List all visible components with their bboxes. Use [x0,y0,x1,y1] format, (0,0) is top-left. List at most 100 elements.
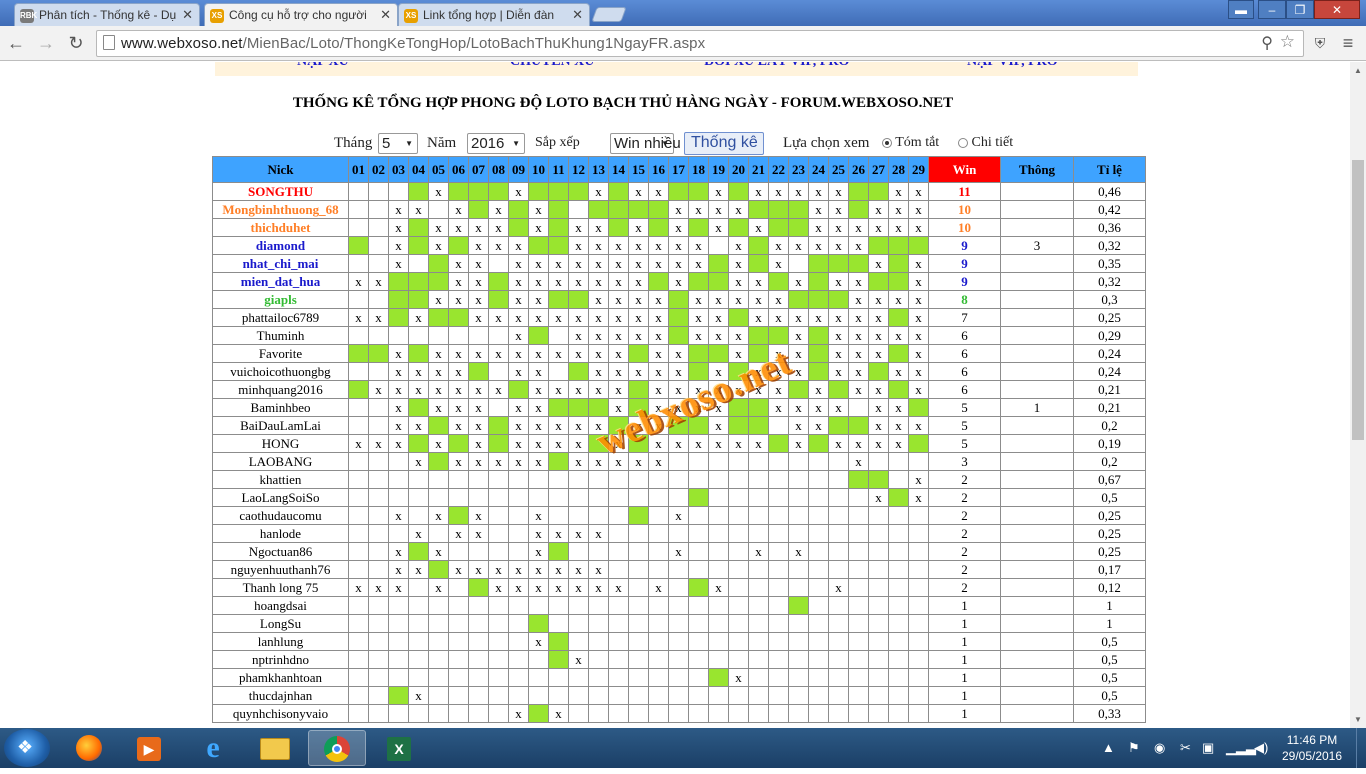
tab-close-icon[interactable]: ✕ [182,7,193,23]
day-cell [868,272,889,291]
day-cell [368,542,389,561]
sort-select[interactable]: Win nhiều ▼ [610,133,681,154]
day-cell: x [448,272,469,291]
system-clock[interactable]: 11:46 PM 29/05/2016 [1276,732,1348,764]
nick-cell[interactable]: giapls [212,290,349,309]
nick-cell[interactable]: thucdajnhan [212,686,349,705]
vertical-scrollbar[interactable]: ▲ ▼ [1350,62,1366,728]
day-cell: x [768,236,789,255]
nick-cell[interactable]: Ngoctuan86 [212,542,349,561]
menu-nap-vip[interactable]: NẠP VIP, PRO [967,62,1058,70]
nick-cell[interactable]: LaoLangSoiSo [212,488,349,507]
minimize-icon[interactable]: – [1258,0,1286,19]
media-player-icon[interactable]: ▶ [120,730,178,766]
tools-tray-icon[interactable]: ✂ [1180,740,1191,756]
nick-cell[interactable]: mien_dat_hua [212,272,349,291]
radio-unchecked-icon[interactable] [958,137,968,148]
day-cell [348,596,369,615]
nick-cell[interactable]: vuichoicothuongbg [212,362,349,381]
network-icon[interactable]: ▁▂▃ [1226,740,1256,756]
day-cell [848,254,869,273]
nick-cell[interactable]: LongSu [212,614,349,633]
chrome-icon[interactable] [308,730,366,766]
nick-cell[interactable]: caothudaucomu [212,506,349,525]
restore-icon[interactable]: ❐ [1286,0,1314,19]
day-cell [728,506,749,525]
tab-link-tong-hop[interactable]: XS Link tổng hợp | Diễn đàn ✕ [398,3,590,26]
day-cell: x [668,218,689,237]
day-cell [828,380,849,399]
nick-cell[interactable]: Favorite [212,344,349,363]
nick-cell[interactable]: nptrinhdno [212,650,349,669]
tab-close-icon[interactable]: ✕ [380,7,391,23]
action-center-icon[interactable]: ⚑ [1128,740,1140,756]
nick-cell[interactable]: hoangdsai [212,596,349,615]
day-cell: x [388,362,409,381]
show-hidden-icons-icon[interactable]: ▲ [1102,740,1115,755]
volume-icon[interactable]: ◀) [1254,740,1268,756]
nick-cell[interactable]: diamond [212,236,349,255]
nick-cell[interactable]: Mongbinhthuong_68 [212,200,349,219]
day-cell [888,452,909,471]
nick-cell[interactable]: phamkhanhtoan [212,668,349,687]
month-select[interactable]: 5 ▼ [378,133,418,154]
ti-le-cell: 0,2 [1073,416,1146,435]
radio-checked-icon[interactable] [882,137,892,148]
excel-icon[interactable]: X [370,730,428,766]
nick-cell[interactable]: quynhchisonyvaio [212,704,349,723]
nick-cell[interactable]: Thanh long 75 [212,578,349,597]
ie-icon[interactable]: e [184,730,242,766]
menu-icon[interactable]: ≡ [1336,32,1360,56]
ti-le-cell: 0,5 [1073,488,1146,507]
menu-chuyen-xu[interactable]: CHUYỂN XU [510,62,594,70]
scroll-up-icon[interactable]: ▲ [1354,66,1362,75]
nick-cell[interactable]: nhat_chi_mai [212,254,349,273]
nick-cell[interactable]: LAOBANG [212,452,349,471]
menu-nap-xu[interactable]: NẠP XU [297,62,349,70]
nick-cell[interactable]: BaiDauLamLai [212,416,349,435]
table-row: quynhchisonyvaio x x 1 0,33 [212,704,1146,723]
profile-icon[interactable]: ▬ [1228,0,1254,19]
scrollbar-thumb[interactable] [1352,160,1364,440]
day-cell [668,182,689,201]
new-tab-button[interactable] [591,7,627,22]
nick-cell[interactable]: lanhlung [212,632,349,651]
day-cell: x [568,218,589,237]
menu-doi-xu[interactable]: ĐỔI XU LẤY VIP, PRO [704,62,849,70]
back-icon[interactable]: ← [4,32,28,56]
nick-cell[interactable]: thichduhet [212,218,349,237]
show-desktop-button[interactable] [1356,728,1366,768]
tab-cong-cu[interactable]: XS Công cụ hỗ trợ cho người ✕ [204,3,398,26]
scroll-down-icon[interactable]: ▼ [1354,715,1362,724]
extension-shield-icon[interactable]: ⛨ [1308,32,1332,56]
day-cell: x [428,578,449,597]
nick-cell[interactable]: minhquang2016 [212,380,349,399]
bookmark-star-icon[interactable]: ☆ [1280,32,1295,52]
nick-cell[interactable]: SONGTHU [212,182,349,201]
detail-radio[interactable]: Chi tiết [958,135,1013,151]
explorer-icon[interactable] [246,730,304,766]
day-cell [908,632,929,651]
nick-cell[interactable]: phattailoc6789 [212,308,349,327]
year-select[interactable]: 2016 ▼ [467,133,525,154]
day-cell [708,650,729,669]
submit-button[interactable]: Thống kê [684,132,764,155]
nick-cell[interactable]: nguyenhuuthanh76 [212,560,349,579]
display-tray-icon[interactable]: ▣ [1202,740,1214,756]
nick-cell[interactable]: Thuminh [212,326,349,345]
nick-cell[interactable]: HONG [212,434,349,453]
close-window-icon[interactable]: ✕ [1314,0,1360,19]
forward-icon[interactable]: → [34,32,58,56]
summary-radio[interactable]: Tóm tắt [882,135,939,151]
start-button[interactable]: ❖ [4,729,50,767]
reload-icon[interactable]: ↻ [64,32,88,56]
address-bar[interactable]: www.webxoso.net/MienBac/Loto/ThongKeTong… [96,30,1304,57]
tab-phan-tich[interactable]: RBK Phân tích - Thống kê - Dụ ✕ [14,3,200,26]
tab-close-icon[interactable]: ✕ [572,7,583,23]
zoom-icon[interactable]: ⚲ [1261,33,1273,53]
nick-cell[interactable]: Baminhbeo [212,398,349,417]
nick-cell[interactable]: hanlode [212,524,349,543]
app-tray-icon[interactable]: ◉ [1154,740,1165,756]
firefox-icon[interactable] [60,730,118,766]
nick-cell[interactable]: khattien [212,470,349,489]
